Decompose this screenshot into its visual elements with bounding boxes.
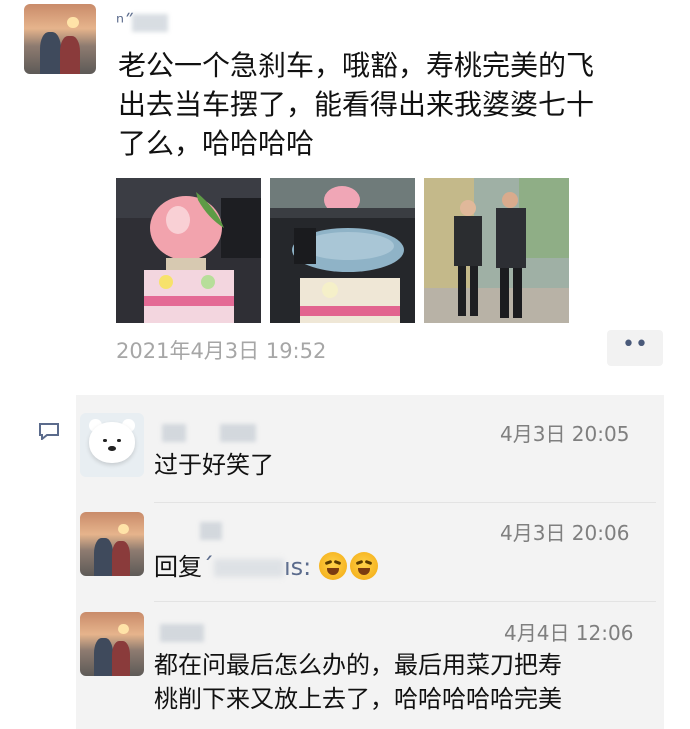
post-timestamp: 2021年4月3日 19:52 xyxy=(116,339,327,363)
comment-reply: 回复ˊ ıs: xyxy=(154,550,381,584)
more-dots-icon: •• xyxy=(622,332,648,357)
comment-text-line: 都在问最后怎么办的，最后用菜刀把寿 xyxy=(154,651,562,679)
commenter-avatar-sunset[interactable] xyxy=(80,612,144,676)
commenter-avatar-polar-bear[interactable] xyxy=(80,413,144,477)
post-photo-elderly-couple[interactable] xyxy=(424,178,569,323)
comment-icon xyxy=(39,423,59,440)
comment-text: 都在问最后怎么办的，最后用菜刀把寿 桃削下来又放上去了，哈哈哈哈哈完美 xyxy=(154,648,562,716)
commenter-name-blur xyxy=(220,424,256,442)
commenter-name-blur xyxy=(200,522,222,540)
commenter-name-blur xyxy=(162,424,186,442)
comment-time: 4月4日 12:06 xyxy=(504,621,634,645)
post-text-line: 老公一个急刹车，哦豁，寿桃完美的飞 xyxy=(118,49,595,82)
reply-target-blur xyxy=(214,559,284,577)
post-text-line: 了么，哈哈哈哈 xyxy=(118,127,315,160)
more-actions-button[interactable]: •• xyxy=(607,330,663,366)
reply-tail: ıs: xyxy=(284,553,312,581)
post-photo-peach-cake[interactable] xyxy=(116,178,261,323)
reply-target-name[interactable]: ˊ xyxy=(202,553,214,581)
commenter-name-blur xyxy=(160,624,204,642)
laughing-crying-emoji-icon xyxy=(349,552,378,580)
comment-divider xyxy=(154,601,656,602)
post-photo-fallen-cake[interactable] xyxy=(270,178,415,323)
post-text-line: 出去当车摆了，能看得出来我婆婆七十 xyxy=(118,88,595,121)
laughing-crying-emoji-icon xyxy=(318,552,347,580)
comment-divider xyxy=(154,502,656,503)
reply-prefix: 回复 xyxy=(154,553,202,581)
author-name-blur xyxy=(132,14,168,32)
comment-text-line: 桃削下来又放上去了，哈哈哈哈哈完美 xyxy=(154,685,562,713)
comment-text: 过于好笑了 xyxy=(154,451,274,479)
commenter-avatar-sunset[interactable] xyxy=(80,512,144,576)
comment-time: 4月3日 20:06 xyxy=(500,521,630,545)
post-author-avatar[interactable] xyxy=(24,4,96,74)
comment-time: 4月3日 20:05 xyxy=(500,422,630,446)
post-text: 老公一个急刹车，哦豁，寿桃完美的飞 出去当车摆了，能看得出来我婆婆七十 了么，哈… xyxy=(118,46,678,163)
